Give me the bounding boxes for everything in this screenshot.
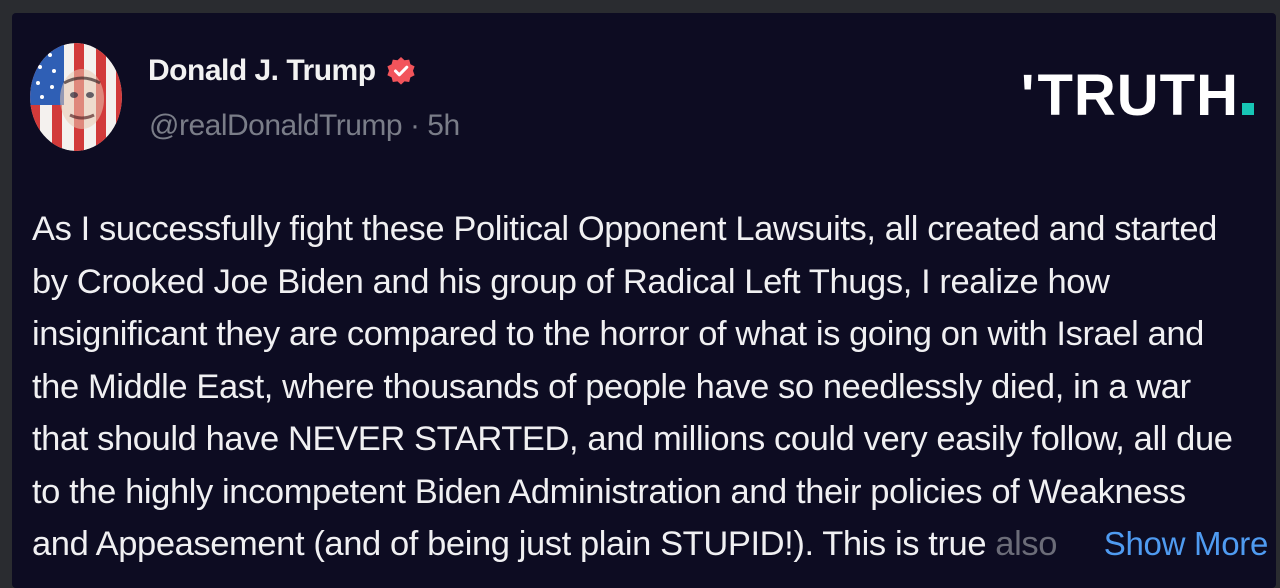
truth-logo-text: TRUTH	[1037, 63, 1239, 128]
author-display-name[interactable]: Donald J. Trump	[148, 54, 376, 88]
post-card: Donald J. Trump @realDonaldTrump · 5h ' …	[12, 13, 1276, 588]
post-body-line: that should have NEVER STARTED, and mill…	[32, 420, 1233, 458]
meta-separator: ·	[409, 109, 428, 142]
post-body: As I successfully fight these Political …	[32, 203, 1268, 571]
post-body-line: the Middle East, where thousands of peop…	[32, 367, 1191, 406]
avatar[interactable]	[30, 43, 122, 151]
author-handle[interactable]: @realDonaldTrump	[149, 109, 403, 142]
show-more-link[interactable]: Show More	[1081, 518, 1268, 571]
post-body-last-line: and Appeasement (and of being just plain…	[32, 518, 1268, 571]
author-handle-row: @realDonaldTrump · 5h	[149, 109, 460, 143]
truth-logo-dot-icon	[1242, 103, 1254, 115]
author-name-row: Donald J. Trump	[148, 51, 416, 91]
truth-logo: ' TRUTH	[1021, 67, 1254, 125]
truth-logo-apostrophe: '	[1020, 63, 1036, 128]
post-body-line-visible: and Appeasement (and of being just plain…	[32, 525, 996, 563]
flag-portrait-avatar-icon	[30, 43, 122, 151]
post-body-line: to the highly incompetent Biden Administ…	[32, 472, 1186, 511]
post-body-line: by Crooked Joe Biden and his group of Ra…	[32, 262, 1110, 301]
post-time[interactable]: 5h	[427, 109, 460, 142]
post-body-line: insignificant they are compared to the h…	[32, 315, 1204, 353]
screen-frame: Donald J. Trump @realDonaldTrump · 5h ' …	[0, 0, 1280, 588]
post-body-line-faded: also	[995, 525, 1057, 563]
post-body-line: As I successfully fight these Political …	[32, 210, 1217, 248]
verified-badge-icon	[386, 56, 416, 86]
